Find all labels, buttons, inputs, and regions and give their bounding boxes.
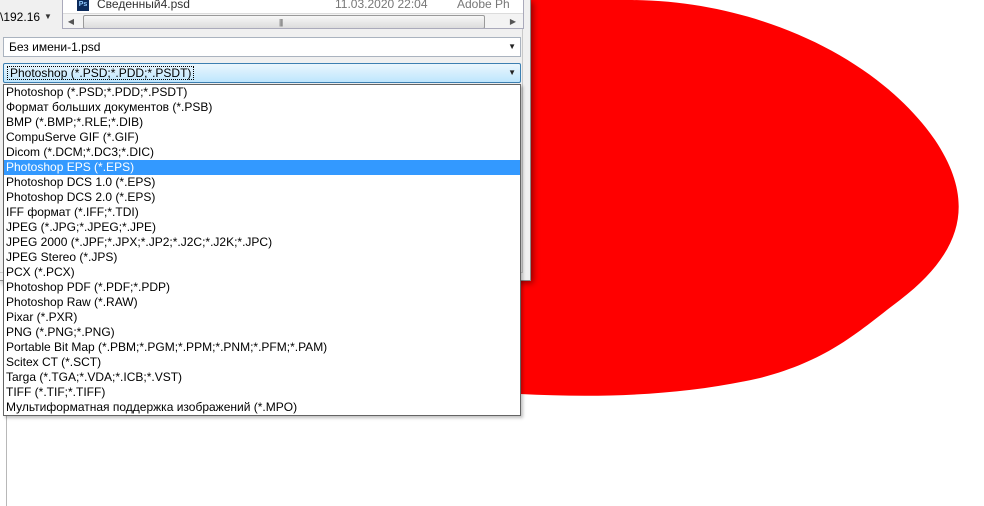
chevron-down-icon[interactable]: ▼ — [508, 42, 516, 51]
format-option[interactable]: JPEG Stereo (*.JPS) — [4, 250, 520, 265]
format-option[interactable]: JPEG 2000 (*.JPF;*.JPX;*.JP2;*.J2C;*.J2K… — [4, 235, 520, 250]
format-option[interactable]: Scitex CT (*.SCT) — [4, 355, 520, 370]
filename-value[interactable]: Без имени-1.psd — [9, 40, 100, 54]
format-option[interactable]: PNG (*.PNG;*.PNG) — [4, 325, 520, 340]
filename-combobox[interactable]: Без имени-1.psd ▼ — [3, 37, 521, 57]
file-date: 11.03.2020 22:04 — [335, 0, 428, 11]
format-option[interactable]: Dicom (*.DCM;*.DC3;*.DIC) — [4, 145, 520, 160]
format-option[interactable]: Photoshop DCS 1.0 (*.EPS) — [4, 175, 520, 190]
format-option[interactable]: Формат больших документов (*.PSB) — [4, 100, 520, 115]
format-option[interactable]: Photoshop (*.PSD;*.PDD;*.PSDT) — [4, 85, 520, 100]
format-option[interactable]: Portable Bit Map (*.PBM;*.PGM;*.PPM;*.PN… — [4, 340, 520, 355]
format-selected-value[interactable]: Photoshop (*.PSD;*.PDD;*.PSDT) — [7, 66, 195, 80]
file-list: Ps Сведенный4.psd 11.03.2020 22:04 Adobe… — [62, 0, 524, 29]
format-option[interactable]: Мультиформатная поддержка изображений (*… — [4, 400, 520, 415]
scroll-thumb[interactable]: ||| — [83, 15, 485, 28]
file-format-combobox[interactable]: Photoshop (*.PSD;*.PDD;*.PSDT) ▼ — [3, 63, 521, 83]
file-list-row[interactable]: Ps Сведенный4.psd 11.03.2020 22:04 Adobe… — [63, 0, 523, 13]
format-option[interactable]: CompuServe GIF (*.GIF) — [4, 130, 520, 145]
network-path-label[interactable]: \192.16 — [0, 10, 40, 24]
file-type: Adobe Ph — [457, 0, 510, 11]
format-option[interactable]: Photoshop PDF (*.PDF;*.PDP) — [4, 280, 520, 295]
scroll-left-icon[interactable]: ◀ — [65, 16, 77, 27]
format-option[interactable]: TIFF (*.TIF;*.TIFF) — [4, 385, 520, 400]
format-option[interactable]: Photoshop DCS 2.0 (*.EPS) — [4, 190, 520, 205]
file-format-dropdown-list: Photoshop (*.PSD;*.PDD;*.PSDT) Формат бо… — [3, 84, 521, 416]
format-option[interactable]: JPEG (*.JPG;*.JPEG;*.JPE) — [4, 220, 520, 235]
scroll-right-icon[interactable]: ▶ — [507, 16, 519, 27]
format-option-highlighted[interactable]: Photoshop EPS (*.EPS) — [4, 160, 520, 175]
format-option[interactable]: Photoshop Raw (*.RAW) — [4, 295, 520, 310]
chevron-down-icon[interactable]: ▼ — [508, 68, 516, 77]
format-option[interactable]: IFF формат (*.IFF;*.TDI) — [4, 205, 520, 220]
format-option[interactable]: Pixar (*.PXR) — [4, 310, 520, 325]
format-option[interactable]: BMP (*.BMP;*.RLE;*.DIB) — [4, 115, 520, 130]
scroll-grip-icon: ||| — [279, 18, 283, 27]
horizontal-scrollbar[interactable]: ◀ ||| ▶ — [63, 13, 523, 28]
navigation-pane: \192.16 ▼ — [0, 0, 60, 30]
chevron-down-icon[interactable]: ▼ — [44, 12, 52, 21]
format-option[interactable]: PCX (*.PCX) — [4, 265, 520, 280]
file-name: Сведенный4.psd — [97, 0, 190, 11]
format-option[interactable]: Targa (*.TGA;*.VDA;*.ICB;*.VST) — [4, 370, 520, 385]
photoshop-file-icon: Ps — [77, 0, 89, 11]
